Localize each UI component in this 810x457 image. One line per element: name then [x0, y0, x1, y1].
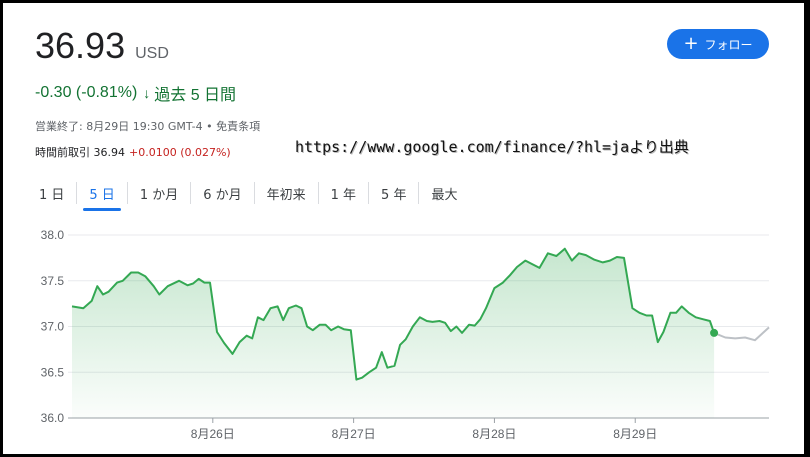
afterhours-row: 時間前取引 36.94 +0.0100 (0.027%): [35, 144, 231, 160]
current-price-dot: [710, 328, 719, 337]
y-tick-label: 37.0: [41, 320, 65, 334]
change-period: 過去 5 日間: [154, 87, 237, 104]
y-tick-label: 38.0: [41, 228, 65, 242]
y-tick-label: 36.5: [41, 365, 65, 379]
tab-6m[interactable]: 6 か月: [191, 173, 253, 213]
x-tick-label: 8月29日: [613, 427, 657, 441]
source-watermark: https://www.google.com/finance/?hl=jaより出…: [295, 138, 689, 156]
currency-label: USD: [135, 45, 169, 62]
price-area-fill: [72, 248, 715, 418]
tab-5d[interactable]: 5 日: [77, 173, 126, 213]
price-chart[interactable]: 8月26日 8月27日 8月28日 8月29日 38.0 37.5 37.0 36.5 36.…: [3, 213, 804, 454]
afterhours-change: +0.0100 (0.027%): [129, 146, 231, 159]
follow-label: フォロー: [704, 37, 753, 52]
afterhours-label: 時間前取引 36.94: [35, 146, 125, 159]
tab-ytd[interactable]: 年初来: [255, 173, 318, 213]
range-tabs: 1 日 5 日 1 か月 6 か月 年初来 1 年 5 年 最大: [27, 173, 469, 213]
follow-button[interactable]: + フォロー: [667, 29, 769, 59]
tab-1d[interactable]: 1 日: [27, 173, 76, 213]
change-value: -0.30 (-0.81%): [35, 84, 138, 101]
plus-icon: +: [683, 33, 699, 54]
afterhours-line: [713, 326, 770, 342]
price-change: -0.30 (-0.81%) ↓ 過去 5 日間: [35, 81, 236, 105]
tab-1m[interactable]: 1 か月: [128, 173, 190, 213]
y-tick-label: 36.0: [41, 411, 65, 425]
current-price: 36.93: [35, 25, 126, 66]
tab-max[interactable]: 最大: [419, 173, 469, 213]
tab-5y[interactable]: 5 年: [369, 173, 418, 213]
x-tick-label: 8月28日: [472, 427, 516, 441]
x-tick-label: 8月26日: [191, 427, 235, 441]
x-tick-label: 8月27日: [332, 427, 376, 441]
price-row: 36.93 USD: [35, 25, 169, 67]
tab-1y[interactable]: 1 年: [319, 173, 368, 213]
arrow-down-icon: ↓: [143, 85, 151, 101]
market-status: 営業終了: 8月29日 19:30 GMT-4 • 免責条項: [35, 120, 261, 133]
quote-panel: 36.93 USD + フォロー -0.30 (-0.81%) ↓ 過去 5 日…: [3, 3, 804, 454]
y-tick-label: 37.5: [41, 274, 65, 288]
